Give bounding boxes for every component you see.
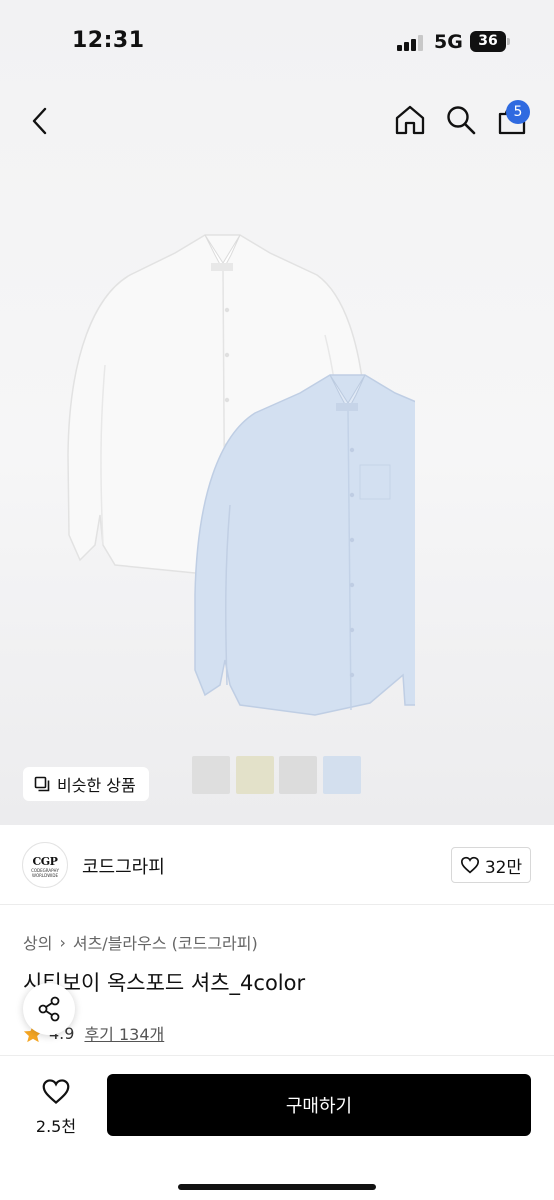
brand-row: CGP CODEGRAPHY WORLDWIDE 코드그라피 32만	[0, 825, 554, 905]
breadcrumb-subcategory[interactable]: 셔츠/블라우스 (코드그라피)	[73, 930, 258, 954]
color-swatch[interactable]	[236, 756, 274, 794]
share-button[interactable]	[23, 983, 75, 1035]
review-count-link[interactable]: 후기 134개	[84, 1021, 164, 1045]
status-time: 12:31	[72, 28, 145, 53]
bottom-action-bar: 2.5천 구매하기	[0, 1055, 554, 1200]
color-swatch[interactable]	[192, 756, 230, 794]
brand-logo[interactable]: CGP CODEGRAPHY WORLDWIDE	[22, 842, 68, 888]
battery-icon: 36	[470, 31, 506, 52]
heart-icon	[42, 1079, 70, 1105]
brand-logo-text: CGP	[32, 855, 58, 868]
home-icon[interactable]	[394, 104, 426, 136]
cellular-signal-icon	[397, 35, 427, 51]
breadcrumb-category[interactable]: 상의	[23, 930, 52, 954]
buy-button[interactable]: 구매하기	[107, 1074, 531, 1136]
search-icon[interactable]	[445, 104, 477, 136]
product-gallery: 12:31 5G 36 5 비슷한 상품	[0, 0, 554, 825]
wishlist-count: 2.5천	[35, 1117, 77, 1136]
brand-like-button[interactable]: 32만	[451, 847, 531, 883]
cart-count-badge: 5	[506, 100, 530, 124]
chevron-right-icon: ›	[59, 932, 66, 952]
share-icon	[38, 996, 60, 1022]
similar-products-button[interactable]: 비슷한 상품	[23, 767, 149, 801]
wishlist-button[interactable]: 2.5천	[24, 1078, 88, 1137]
brand-logo-subtext: CODEGRAPHY WORLDWIDE	[31, 868, 59, 878]
breadcrumb: 상의 › 셔츠/블라우스 (코드그라피)	[23, 930, 258, 954]
product-image[interactable]	[55, 215, 415, 735]
network-type: 5G	[434, 31, 463, 53]
color-swatch[interactable]	[323, 756, 361, 794]
battery-tip	[507, 38, 510, 45]
similar-products-label: 비슷한 상품	[57, 776, 136, 795]
brand-like-count: 32만	[484, 857, 523, 878]
similar-items-icon	[34, 776, 50, 792]
home-indicator	[178, 1184, 376, 1190]
back-icon[interactable]	[28, 106, 52, 136]
color-swatch[interactable]	[279, 756, 317, 794]
heart-icon	[460, 856, 479, 874]
status-bar: 12:31 5G 36	[0, 0, 554, 84]
brand-name[interactable]: 코드그라피	[82, 853, 165, 879]
